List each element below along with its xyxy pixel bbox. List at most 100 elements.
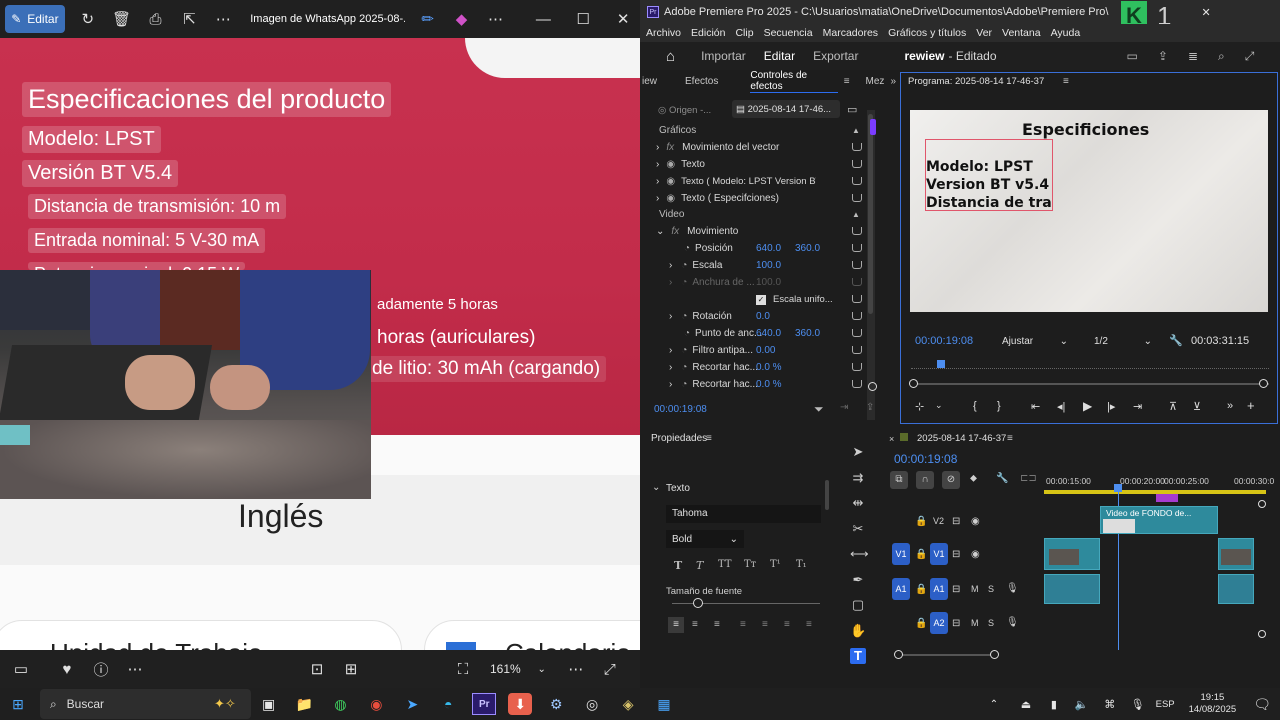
lock-icon[interactable]: 🔒 (915, 584, 927, 595)
fullscreen-icon[interactable]: ⤢ (1245, 49, 1255, 64)
justify-right-icon[interactable]: ≡ (784, 617, 790, 633)
justify-all-icon[interactable]: ≡ (806, 617, 812, 633)
more-icon[interactable]: ⋯ (559, 654, 593, 684)
safe-margins-icon[interactable]: ⊹ (915, 400, 924, 413)
sync-lock-icon[interactable]: ⊟ (952, 549, 960, 560)
timeline-zoom-bar[interactable] (900, 654, 996, 656)
reset-icon[interactable] (852, 160, 862, 168)
tab-mezclador[interactable]: Mez (866, 76, 885, 87)
timeline-playhead-handle[interactable] (1114, 484, 1122, 492)
ec-timecode[interactable]: 00:00:19:08 (654, 404, 707, 415)
source-patch-v1[interactable]: V1 (892, 543, 910, 565)
close-icon[interactable]: ✕ (1201, 6, 1210, 19)
minimize-icon[interactable]: — (526, 4, 560, 34)
menu-clip[interactable]: Clip (735, 27, 753, 39)
chevron-up-icon[interactable]: ▲ (852, 210, 860, 219)
chevron-down-icon[interactable]: ⌄ (652, 482, 660, 493)
stopwatch-icon[interactable]: ◔ (684, 328, 690, 339)
extract-icon[interactable]: ⊻ (1193, 400, 1201, 413)
play-icon[interactable]: ▶ (1083, 399, 1092, 413)
reset-icon[interactable] (852, 346, 862, 354)
more-icon[interactable]: ⋯ (479, 4, 513, 34)
info-icon[interactable]: ⓘ (84, 654, 118, 684)
filmstrip-icon[interactable]: ▭ (4, 654, 38, 684)
checkbox-checked-icon[interactable]: ✓ (756, 294, 766, 305)
font-size-slider-handle[interactable] (693, 598, 703, 608)
reset-icon[interactable] (852, 194, 862, 202)
delete-icon[interactable]: 🗑 (105, 4, 139, 34)
clip-v2[interactable]: Video de FONDO de... (1100, 506, 1218, 534)
app-icon[interactable]: ◈ (616, 693, 640, 715)
taskbar-search[interactable]: ⌕ Buscar ✦✧ (39, 689, 251, 719)
program-video-frame[interactable]: Especificiones Modelo: LPST Version BT v… (910, 110, 1268, 312)
slip-tool-icon[interactable]: ⟷ (850, 546, 869, 562)
microphone-icon[interactable]: 🎙 (1006, 583, 1019, 594)
downloader-icon[interactable]: ⬇ (508, 693, 533, 715)
reset-icon[interactable] (852, 295, 862, 303)
solo-button[interactable]: S (988, 584, 994, 594)
steam-icon[interactable]: ⚙ (544, 693, 568, 715)
home-icon[interactable]: ⌂ (666, 48, 675, 65)
premiere-taskbar-icon[interactable]: Pr (472, 693, 497, 715)
file-explorer-icon[interactable]: 📁 (293, 693, 317, 715)
timeline-zoom-handle[interactable] (894, 650, 903, 659)
stopwatch-icon[interactable]: ◔ (684, 243, 690, 254)
chevron-down-icon[interactable]: ⌄ (935, 400, 943, 411)
effect-row[interactable]: › fx Movimiento del vector (642, 139, 882, 156)
zoom-handle-left[interactable] (909, 379, 918, 388)
audio-clip-a1[interactable] (1218, 574, 1254, 604)
volume-icon[interactable]: 🔈 (1070, 693, 1094, 715)
draw-icon[interactable]: ✏ (411, 4, 445, 34)
param-row[interactable]: ✓ Escala unifo... (642, 291, 882, 308)
param-value[interactable]: 360.0 (795, 243, 820, 254)
lock-icon[interactable]: 🔒 (915, 516, 927, 527)
go-to-out-icon[interactable]: ⇥ (1133, 400, 1142, 413)
chevron-right-icon[interactable]: › (669, 345, 672, 356)
effect-row[interactable]: › ◉ Texto ( Especifciones) (642, 190, 882, 207)
reset-icon[interactable] (852, 227, 862, 235)
align-left-icon[interactable]: ≡ (668, 617, 684, 633)
step-forward-icon[interactable]: |▸ (1107, 400, 1115, 413)
more-panels-icon[interactable]: » (890, 76, 896, 87)
play-clip-icon[interactable]: ▭ (847, 103, 857, 116)
eye-icon[interactable]: ◉ (666, 159, 675, 170)
chevron-right-icon[interactable]: › (669, 379, 672, 390)
chevron-down-icon[interactable]: ⌄ (656, 226, 664, 237)
param-row[interactable]: ◔ Posición 640.0 360.0 (642, 240, 882, 257)
menu-edicion[interactable]: Edición (691, 27, 725, 39)
reset-icon[interactable] (852, 380, 862, 388)
effect-row-movimiento[interactable]: ⌄ fx Movimiento (642, 223, 882, 240)
reset-icon[interactable] (852, 329, 862, 337)
share-icon[interactable]: ⇱ (172, 4, 206, 34)
reset-icon[interactable] (852, 261, 862, 269)
maximize-icon[interactable]: ☐ (566, 4, 600, 34)
program-playhead[interactable] (937, 360, 945, 368)
pen-tool-icon[interactable]: ✒ (850, 572, 866, 588)
tab-controles-efectos[interactable]: Controles de efectos (750, 70, 838, 93)
zoom-handle-right[interactable] (1259, 379, 1268, 388)
menu-ventana[interactable]: Ventana (1002, 27, 1041, 39)
tab-editar[interactable]: Editar (764, 49, 795, 63)
effect-row[interactable]: › ◉ Texto ( Modelo: LPST Version BT... (642, 173, 882, 190)
track-target-v1[interactable]: V1 (930, 543, 948, 565)
sync-lock-icon[interactable]: ⊟ (952, 618, 960, 629)
superscript-icon[interactable]: T¹ (770, 559, 781, 570)
param-value[interactable]: 360.0 (795, 328, 820, 339)
favorite-icon[interactable]: ♥ (50, 654, 84, 684)
microphone-icon[interactable]: 🎙 (1006, 617, 1019, 628)
tab-efectos[interactable]: Efectos (685, 76, 718, 87)
whatsapp-icon[interactable]: ◍ (328, 693, 352, 715)
small-caps-icon[interactable]: Tт (744, 559, 756, 570)
save-preset-icon[interactable]: ⇪ (866, 402, 874, 413)
tab-importar[interactable]: Importar (701, 49, 746, 63)
chevron-right-icon[interactable]: › (656, 142, 659, 153)
fullscreen-icon[interactable]: ⤢ (593, 654, 627, 684)
zoom-level[interactable]: 161% (490, 662, 521, 676)
param-value[interactable]: 100.0 (756, 260, 781, 271)
justify-center-icon[interactable]: ≡ (762, 617, 768, 633)
more-options-icon[interactable]: ⋯ (206, 4, 240, 34)
language-indicator[interactable]: ESP (1156, 699, 1175, 710)
chevron-down-icon[interactable]: ⌄ (525, 654, 559, 684)
align-center-icon[interactable]: ≡ (692, 617, 698, 633)
font-weight-dropdown[interactable]: Bold ⌄ (666, 530, 744, 548)
